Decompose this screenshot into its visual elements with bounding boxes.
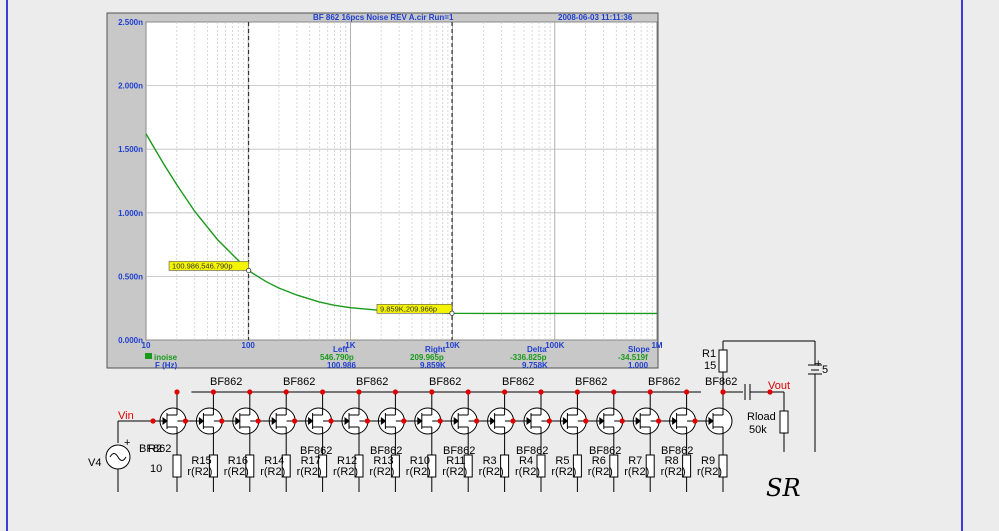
junction-dot [401, 418, 407, 424]
junction-dot [538, 389, 544, 395]
junction-dot [437, 418, 443, 424]
readout-slope-x: 1.000 [628, 361, 649, 370]
resistor-value: r(R2) [369, 466, 394, 478]
junction-dot [474, 418, 480, 424]
resistor-value: r(R2) [479, 466, 504, 478]
left-cursor-label: 100.986,546.790p [172, 261, 232, 270]
jfet-label: BF862 [575, 376, 607, 388]
readout-left-x: 100.986 [327, 361, 356, 370]
y-tick-label: 2.500n [118, 18, 143, 27]
y-tick-label: 0.500n [118, 272, 143, 281]
resistor-value: r(R2) [333, 466, 358, 478]
x-tick-label: 100K [545, 341, 564, 350]
junction-dot [583, 418, 589, 424]
vin-label: Vin [118, 410, 134, 422]
resistor-value: r(R2) [442, 466, 467, 478]
junction-dot [182, 418, 188, 424]
r1-name: R1 [702, 348, 716, 360]
junction-dot [219, 418, 225, 424]
junction-dot [510, 418, 516, 424]
readout-delta-x: 9.758K [522, 361, 548, 370]
v4-label: V4 [88, 457, 101, 469]
resistor-r1 [718, 349, 728, 373]
resistor-value: r(R2) [224, 466, 249, 478]
junction-dot [546, 418, 553, 424]
jfet-label: BF862 [705, 376, 737, 388]
jfet-label: BF862 [356, 376, 388, 388]
left-cursor-point [246, 267, 252, 274]
jfet-label: BF862 [283, 376, 315, 388]
junction-dot [720, 389, 726, 395]
resistor-value: r(R2) [260, 466, 285, 478]
junction-dot [619, 418, 625, 424]
junction-dot [356, 389, 362, 395]
jfet-label: BF862 [139, 443, 171, 455]
resistor-value: r(R2) [406, 466, 431, 478]
resistor-value: r(R2) [588, 466, 613, 478]
source-plus: + [124, 437, 130, 449]
junction-dot [574, 389, 581, 395]
noise-plot: 10 100 1K 10K 100K 1M0.000n0.500n1.000n1.500n… [106, 12, 663, 370]
junction-dot [328, 418, 334, 424]
junction-dot [429, 389, 435, 395]
junction-dot [247, 389, 253, 395]
resistor-value: r(R2) [551, 466, 576, 478]
r1-value: 15 [704, 360, 716, 372]
junction-dot [656, 418, 662, 424]
junction-dot [502, 389, 508, 395]
junction-dot [647, 389, 653, 395]
junction-dot [150, 418, 156, 424]
chart-timestamp: 2008-06-03 11:11:36 [558, 13, 633, 22]
right-cursor-point [449, 310, 455, 316]
chart-title: BF 862 16pcs Noise REV A.cir Run=1 [313, 13, 454, 22]
resistor [172, 454, 182, 478]
junction-dot [465, 389, 471, 395]
junction-dot [684, 389, 690, 395]
rload-value: 50k [749, 424, 767, 436]
junction-dot [364, 418, 370, 424]
readout-right-x: 9.859K [420, 361, 446, 370]
vout-label: Vout [768, 380, 790, 392]
junction-dot [174, 389, 180, 395]
resistor-value: r(R2) [661, 466, 686, 478]
junction-dot [292, 418, 298, 424]
rload-name: Rload [747, 411, 776, 423]
resistor-value: r(R2) [697, 466, 722, 478]
resistor-value: r(R2) [187, 466, 212, 478]
x-tick-label: 1M [651, 341, 662, 350]
junction-dot [255, 418, 261, 424]
junction-dot [392, 389, 398, 395]
resistor-rload [779, 410, 789, 434]
y-tick-label: 0.000n [118, 336, 143, 345]
resistor-value: r(R2) [515, 466, 540, 478]
jfet-label: BF862 [210, 376, 242, 388]
jfet-label: BF862 [429, 376, 461, 388]
y-tick-label: 2.000n [118, 82, 143, 91]
noise-simulation-diagram: 10 100 1K 10K 100K 1M0.000n0.500n1.000n1.500n… [88, 12, 828, 502]
r2-value: 10 [150, 463, 162, 475]
plot-area [145, 21, 658, 341]
y-tick-label: 1.000n [118, 209, 143, 218]
x-axis-label: F (Hz) [155, 361, 178, 370]
battery-value: 5 [822, 364, 828, 376]
junction-dot [210, 389, 216, 395]
junction-dot [283, 389, 289, 395]
jfet-label: BF862 [648, 376, 680, 388]
x-tick-label: 100 [242, 341, 256, 350]
junction-dot [320, 389, 326, 395]
resistor-value: r(R2) [624, 466, 649, 478]
signature: SR [766, 474, 801, 502]
battery-plus: + [815, 358, 821, 370]
right-cursor-label: 9.859K,209.966p [380, 304, 437, 313]
y-tick-label: 1.500n [118, 145, 143, 154]
junction-dot [611, 389, 617, 395]
resistor-value: r(R2) [297, 466, 322, 478]
junction-dot [692, 418, 698, 424]
legend-swatch [145, 353, 152, 359]
jfet-label: BF862 [502, 376, 534, 388]
x-tick-label: 10K [445, 341, 460, 350]
